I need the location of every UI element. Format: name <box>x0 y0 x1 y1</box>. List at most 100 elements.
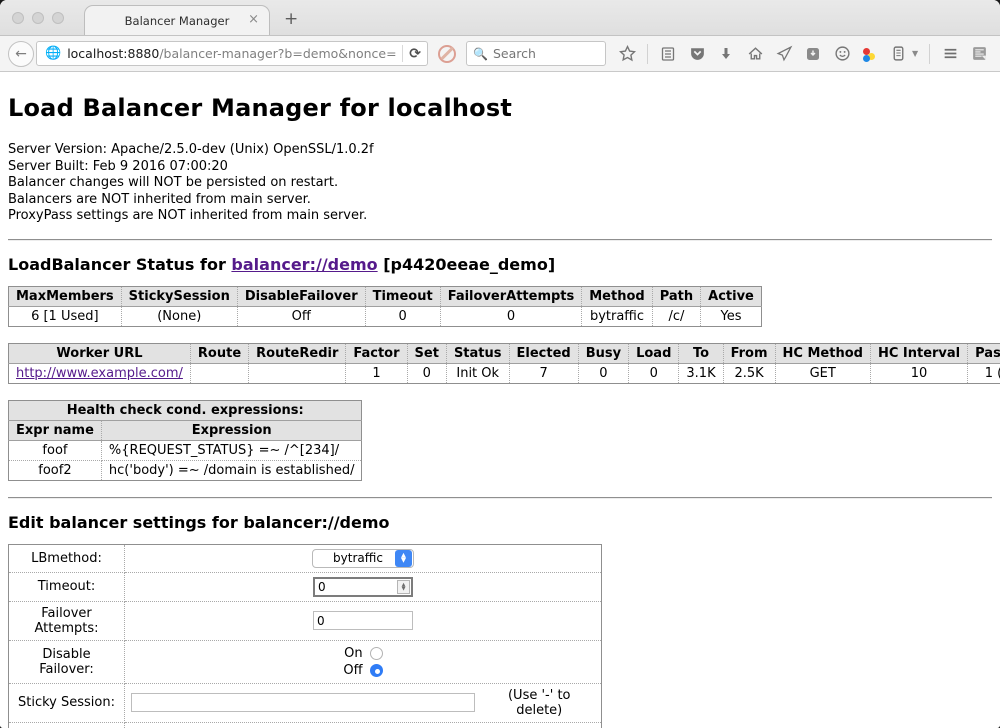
health-row: foof2 hc('body') =~ /domain is establish… <box>9 460 362 480</box>
cell-worker-url: http://www.example.com/ <box>9 363 191 383</box>
col-set: Set <box>407 343 446 363</box>
content-blocked-icon[interactable] <box>438 45 456 63</box>
worker-url-link[interactable]: http://www.example.com/ <box>16 366 183 381</box>
navigation-toolbar: ← 🌐 localhost:8880/balancer-manager?b=de… <box>0 36 1000 72</box>
cell-to: 3.1K <box>679 363 723 383</box>
chevron-down-icon[interactable]: ▼ <box>912 49 918 58</box>
back-button[interactable]: ← <box>8 41 34 67</box>
add-worker-label: Add New Worker: <box>9 722 125 728</box>
toolbar-icons: ▼ <box>618 44 988 64</box>
cell-busy: 0 <box>578 363 628 383</box>
server-info: Server Version: Apache/2.5.0-dev (Unix) … <box>8 142 992 225</box>
cell-timeout: 0 <box>365 306 440 326</box>
url-domain: localhost:8880 <box>67 46 159 61</box>
loadbalancer-status-heading: LoadBalancer Status for balancer://demo … <box>8 255 992 274</box>
lbmethod-label: LBmethod: <box>9 544 125 572</box>
disable-failover-off-radio[interactable] <box>370 664 383 677</box>
urlbar-divider <box>402 45 403 62</box>
cell-stickysession: (None) <box>121 306 237 326</box>
close-window-button[interactable] <box>12 12 24 24</box>
cell-hc-interval: 10 <box>870 363 967 383</box>
cell-factor: 1 <box>346 363 407 383</box>
reload-button[interactable]: ⟳ <box>409 46 421 62</box>
toolbar-separator <box>929 44 930 64</box>
sticky-session-note: (Use '-' to delete) <box>483 688 595 718</box>
table-header-row: MaxMembers StickySession DisableFailover… <box>9 286 762 306</box>
health-table-title: Health check cond. expressions: <box>9 400 362 420</box>
disable-failover-row: Disable Failover: On Off <box>9 640 602 683</box>
grid-extension-icon[interactable] <box>970 45 988 63</box>
bookmark-star-icon[interactable] <box>618 45 636 63</box>
tab-balancer-manager[interactable]: Balancer Manager × <box>84 5 270 35</box>
extension-colordots-icon[interactable] <box>862 46 878 62</box>
col-path: Path <box>652 286 700 306</box>
zoom-window-button[interactable] <box>52 12 64 24</box>
divider <box>8 497 992 499</box>
globe-icon: 🌐 <box>45 46 61 61</box>
disable-failover-on-radio[interactable] <box>370 647 383 660</box>
timeout-input[interactable] <box>315 580 397 594</box>
col-stickysession: StickySession <box>121 286 237 306</box>
lbmethod-select[interactable]: bytraffic ▲▼ <box>312 549 414 568</box>
save-page-icon[interactable] <box>804 45 822 63</box>
new-tab-button[interactable]: + <box>284 9 298 29</box>
tab-bar: Balancer Manager × + <box>0 0 1000 36</box>
home-icon[interactable] <box>746 45 764 63</box>
send-tab-icon[interactable] <box>775 45 793 63</box>
pocket-icon[interactable] <box>688 45 706 63</box>
col-factor: Factor <box>346 343 407 363</box>
tab-close-icon[interactable]: × <box>248 12 259 27</box>
cell-set: 0 <box>407 363 446 383</box>
cell-expression: hc('body') =~ /domain is established/ <box>101 460 362 480</box>
health-check-table: Health check cond. expressions: Expr nam… <box>8 400 362 481</box>
inherit-note-line: Balancers are NOT inherited from main se… <box>8 192 992 209</box>
failover-attempts-input[interactable] <box>313 611 413 630</box>
col-worker-url: Worker URL <box>9 343 191 363</box>
add-worker-row: Add New Worker: Are you sure? <box>9 722 602 728</box>
col-method: Method <box>582 286 652 306</box>
lbmethod-row: LBmethod: bytraffic ▲▼ <box>9 544 602 572</box>
balancer-demo-link[interactable]: balancer://demo <box>231 255 377 274</box>
cell-path: /c/ <box>652 306 700 326</box>
cell-maxmembers: 6 [1 Used] <box>9 306 122 326</box>
col-hc-method: HC Method <box>775 343 870 363</box>
failover-attempts-label: Failover Attempts: <box>9 601 125 640</box>
worker-status-table: Worker URL Route RouteRedir Factor Set S… <box>8 343 1000 384</box>
col-expression: Expression <box>101 420 362 440</box>
window-controls <box>12 12 64 24</box>
tab-title: Balancer Manager <box>125 14 230 28</box>
browser-window: Balancer Manager × + ← 🌐 localhost:8880/… <box>0 0 1000 728</box>
disable-failover-label: Disable Failover: <box>9 640 125 683</box>
lbmethod-selected-value: bytraffic <box>327 551 389 565</box>
persist-note-line: Balancer changes will NOT be persisted o… <box>8 175 992 192</box>
minimize-window-button[interactable] <box>32 12 44 24</box>
url-bar[interactable]: 🌐 localhost:8880/balancer-manager?b=demo… <box>36 41 428 66</box>
feedback-smiley-icon[interactable] <box>833 45 851 63</box>
sticky-session-input[interactable] <box>131 693 475 712</box>
health-title-row: Health check cond. expressions: <box>9 400 362 420</box>
radio-on-label: On <box>344 646 362 661</box>
status-heading-prefix: LoadBalancer Status for <box>8 255 231 274</box>
edit-balancer-form: LBmethod: bytraffic ▲▼ Timeout: ▲▼ <box>8 544 602 728</box>
table-row: 6 [1 Used] (None) Off 0 0 bytraffic /c/ … <box>9 306 762 326</box>
col-maxmembers: MaxMembers <box>9 286 122 306</box>
number-spinner-icon[interactable]: ▲▼ <box>397 580 410 594</box>
sticky-session-row: Sticky Session: (Use '-' to delete) <box>9 683 602 722</box>
server-version-line: Server Version: Apache/2.5.0-dev (Unix) … <box>8 142 992 159</box>
timeout-field-wrap: ▲▼ <box>313 577 413 597</box>
menu-hamburger-icon[interactable] <box>941 45 959 63</box>
reading-list-icon[interactable] <box>659 45 677 63</box>
col-timeout: Timeout <box>365 286 440 306</box>
search-input[interactable] <box>493 46 593 61</box>
cell-active: Yes <box>701 306 762 326</box>
worker-row: http://www.example.com/ 1 0 Init Ok 7 0 … <box>9 363 1000 383</box>
url-path: /balancer-manager?b=demo&nonce=decc37be-… <box>159 46 396 61</box>
col-busy: Busy <box>578 343 628 363</box>
toolbar-separator <box>647 44 648 64</box>
table-header-row: Expr name Expression <box>9 420 362 440</box>
downloads-icon[interactable] <box>717 45 735 63</box>
container-extension-icon[interactable] <box>889 45 907 63</box>
col-expr-name: Expr name <box>9 420 102 440</box>
cell-passes: 1 (0) <box>968 363 1000 383</box>
radio-off-label: Off <box>343 663 362 678</box>
